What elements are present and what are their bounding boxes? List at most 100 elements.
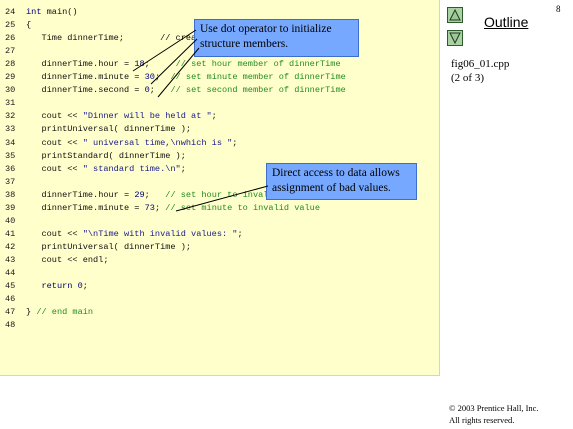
code-token: " universal time,\nwhich is "	[82, 137, 233, 148]
code-token: ;	[232, 137, 238, 148]
code-token: cout <<	[26, 137, 83, 148]
code-token: dinnerTime.hour =	[26, 59, 135, 70]
line-number: 32	[5, 111, 16, 122]
line-number: 37	[5, 176, 16, 187]
code-text: cout << " universal time,\nwhich is ";	[26, 137, 237, 150]
copyright-line1: © 2003 Prentice Hall, Inc.	[449, 403, 539, 413]
copyright-line2: All rights reserved.	[449, 415, 515, 425]
line-number: 24	[5, 7, 16, 17]
code-text: dinnerTime.minute = 30; // set minute me…	[26, 71, 346, 84]
line-number: 27	[5, 46, 16, 57]
code-token: dinnerTime.hour =	[26, 189, 135, 200]
code-token: " standard time.\n"	[82, 163, 181, 174]
line-number: 28	[5, 59, 16, 70]
code-token: {	[26, 20, 32, 31]
code-token: "\nTime with invalid values: "	[82, 228, 238, 239]
code-token: }	[26, 307, 37, 318]
code-token: dinnerTime.minute =	[26, 72, 145, 83]
page-number: 8	[556, 4, 561, 14]
code-text: cout << "\nTime with invalid values: ";	[26, 228, 243, 241]
callout-dot-operator-line2: structure members.	[200, 38, 289, 50]
previous-slide-button[interactable]	[447, 7, 463, 23]
callout-dot-operator: Use dot operator to initialize structure…	[194, 19, 359, 57]
callout-direct-access-line2: assignment of bad values.	[272, 182, 391, 194]
line-number: 25	[5, 20, 16, 31]
code-text: cout << endl;	[26, 254, 109, 267]
code-token: return	[41, 281, 73, 292]
triangle-up-icon	[449, 9, 461, 21]
code-token: int	[26, 7, 42, 17]
code-token: // set hour member of dinnerTime	[175, 59, 341, 70]
line-number: 44	[5, 268, 16, 278]
line-number: 40	[5, 215, 16, 226]
code-token: // set minute to invalid value	[165, 202, 320, 213]
callout-direct-access: Direct access to data allows assignment …	[266, 163, 417, 200]
copyright-notice: © 2003 Prentice Hall, Inc. All rights re…	[449, 402, 539, 426]
code-token: // set second member of dinnerTime	[170, 85, 346, 96]
code-token: 73	[144, 202, 155, 213]
line-number: 31	[5, 98, 16, 109]
code-token: cout <<	[26, 163, 83, 174]
code-token: ;	[237, 228, 243, 239]
code-token: // end main	[36, 307, 94, 318]
line-number: 35	[5, 150, 16, 161]
callout-dot-operator-line1: Use dot operator to initialize	[200, 23, 332, 35]
code-token: dinnerTime.second =	[26, 85, 145, 96]
next-slide-button[interactable]	[447, 30, 463, 46]
line-number: 33	[5, 124, 16, 135]
line-number: 38	[5, 189, 16, 200]
code-token: ;	[154, 202, 166, 213]
code-token: "Dinner will be held at "	[82, 111, 212, 122]
code-token: cout <<	[26, 228, 83, 239]
triangle-down-icon	[449, 32, 461, 44]
code-text: int main()	[26, 6, 78, 19]
code-text: dinnerTime.second = 0; // set second mem…	[26, 84, 346, 97]
line-number: 34	[5, 137, 16, 148]
code-token: cout << endl;	[26, 254, 109, 265]
line-number: 42	[5, 241, 16, 252]
code-token: ;	[144, 189, 166, 200]
code-token: printStandard( dinnerTime );	[26, 150, 186, 161]
line-number: 26	[5, 33, 16, 44]
code-token: ;	[180, 163, 186, 174]
code-text: cout << "Dinner will be held at ";	[26, 110, 217, 123]
file-part: (2 of 3)	[451, 72, 484, 84]
code-token: dinnerTime.minute =	[26, 202, 145, 213]
line-number: 39	[5, 202, 16, 213]
code-token: 18	[134, 59, 145, 70]
code-text: dinnerTime.minute = 73; // set minute to…	[26, 202, 320, 215]
code-token: ;	[144, 59, 176, 70]
code-text: } // end main	[26, 306, 93, 319]
code-text: return 0;	[26, 280, 88, 293]
line-number: 30	[5, 85, 16, 96]
code-token: printUniversal( dinnerTime );	[26, 124, 192, 135]
line-number: 45	[5, 281, 16, 292]
code-token: cout <<	[26, 111, 83, 122]
code-token: main()	[41, 7, 78, 17]
code-token: 30	[144, 72, 155, 83]
code-token: ;	[149, 85, 171, 96]
code-token: ;	[82, 281, 88, 292]
line-number: 41	[5, 228, 16, 239]
line-number: 43	[5, 254, 16, 265]
code-text: printUniversal( dinnerTime );	[26, 241, 191, 254]
code-token: 29	[134, 189, 145, 200]
code-text: dinnerTime.hour = 18; // set hour member…	[26, 58, 341, 71]
code-token: ;	[211, 111, 217, 122]
code-text: cout << " standard time.\n";	[26, 163, 186, 176]
line-number: 48	[5, 320, 16, 331]
code-text: printStandard( dinnerTime );	[26, 150, 186, 163]
callout-direct-access-line1: Direct access to data allows	[272, 167, 400, 179]
code-text: {	[26, 19, 31, 32]
line-number: 46	[5, 294, 16, 305]
code-token: // set minute member of dinnerTime	[170, 72, 346, 83]
line-number: 29	[5, 72, 16, 83]
line-number: 47	[5, 307, 16, 318]
code-text: printUniversal( dinnerTime );	[26, 123, 191, 136]
outline-link[interactable]: Outline	[484, 14, 528, 30]
file-info: fig06_01.cpp (2 of 3)	[451, 57, 509, 85]
code-token: ;	[154, 72, 171, 83]
line-number: 36	[5, 163, 16, 174]
code-token: printUniversal( dinnerTime );	[26, 241, 192, 252]
